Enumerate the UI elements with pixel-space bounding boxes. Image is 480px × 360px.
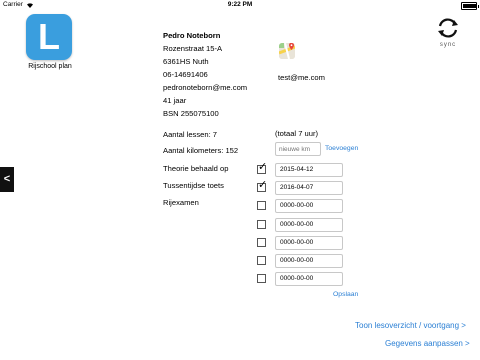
checkmark-icon: ✓ [258, 161, 268, 173]
exam-checkbox[interactable] [257, 256, 266, 265]
sync-label: sync [439, 42, 457, 48]
exam-checkbox[interactable]: ✓ [257, 161, 268, 174]
kilometers-count: Aantal kilometers: 152 [163, 146, 239, 155]
exam-date-field[interactable]: 0000-00-00 [275, 235, 343, 250]
side-panel-toggle[interactable]: < [0, 167, 14, 192]
clock: 9:22 PM [227, 1, 253, 8]
add-km-button[interactable]: Toevoegen [325, 145, 358, 152]
exam-checkbox[interactable] [257, 274, 266, 284]
student-street: Rozenstraat 15-A [163, 44, 223, 53]
exam-date-field[interactable]: 2015-04-12 [275, 163, 343, 177]
driving-exam-label: Rijexamen [163, 198, 199, 207]
lesson-overview-link[interactable]: Toon lesoverzicht / voortgang > [355, 321, 466, 330]
student-postal-city: 6361HS Nuth [163, 57, 209, 66]
km-input[interactable] [275, 142, 321, 156]
exam-checkbox[interactable] [257, 219, 266, 229]
exam-date-field[interactable]: 0000-00-00 [275, 272, 343, 287]
exam-date-field[interactable]: 0000-00-00 [275, 199, 343, 214]
app-name: Rijschool plan [28, 63, 72, 70]
lessons-count: Aantal lessen: 7 [163, 130, 218, 139]
student-name: Pedro Noteborn [163, 31, 221, 40]
sync-icon[interactable] [437, 18, 459, 38]
theory-label: Theorie behaald op [163, 164, 229, 173]
interim-test-label: Tussentijdse toets [163, 181, 224, 190]
student-age: 41 jaar [163, 96, 187, 105]
exam-date-field[interactable]: 2016-04-07 [275, 181, 343, 196]
secondary-email[interactable]: test@me.com [278, 73, 325, 82]
battery-level [463, 4, 477, 8]
exam-date-field[interactable]: 0000-00-00 [275, 217, 343, 232]
student-email[interactable]: pedronoteborn@me.com [163, 83, 247, 92]
exam-date-field[interactable]: 0000-00-00 [275, 254, 343, 268]
exam-checkbox[interactable] [257, 237, 266, 247]
edit-details-link[interactable]: Gegevens aanpassen > [385, 339, 470, 348]
student-bsn: BSN 255075100 [163, 109, 219, 118]
total-hours: (totaal 7 uur) [275, 129, 319, 138]
app-logo[interactable]: L [26, 14, 72, 60]
status-bar: Carrier 9:22 PM [0, 0, 480, 11]
checkmark-icon: ✓ [258, 179, 268, 192]
maps-icon[interactable] [279, 43, 295, 59]
logo-letter: L [38, 16, 60, 57]
exam-checkbox[interactable] [257, 201, 266, 211]
student-phone[interactable]: 06-14691406 [163, 70, 208, 79]
save-button[interactable]: Opslaan [333, 291, 358, 298]
exam-checkbox[interactable]: ✓ [257, 179, 268, 193]
battery-icon [461, 2, 479, 10]
